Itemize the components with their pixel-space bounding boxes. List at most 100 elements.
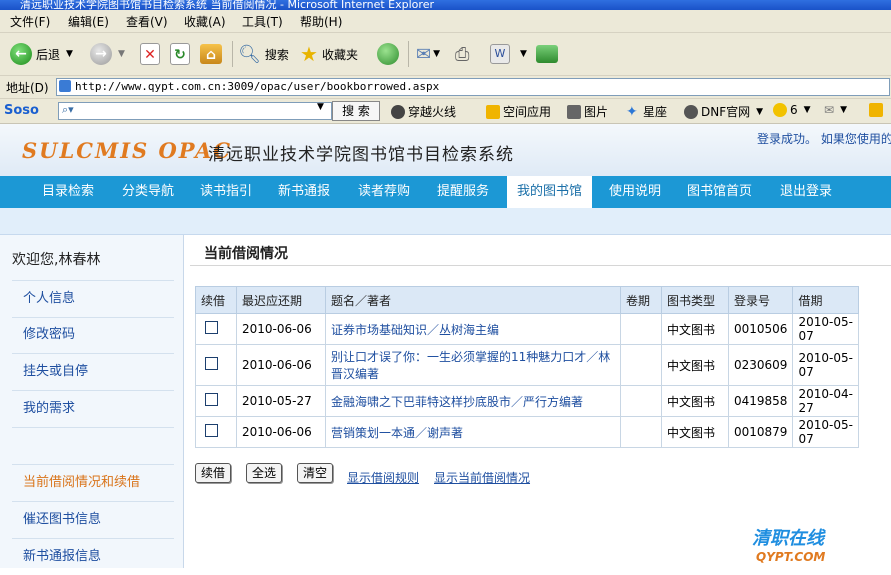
menu-edit[interactable]: 编辑(E) (68, 13, 109, 30)
book-title-link[interactable]: 别让口才误了你：一生必须掌握的11种魅力口才／林晋汉编著 (331, 350, 610, 381)
toolbar-separator (408, 41, 409, 67)
nav-my-library[interactable]: 我的图书馆 (507, 176, 593, 208)
col-volume: 卷期 (620, 286, 662, 314)
word-icon: W (490, 44, 510, 64)
refresh-icon: ↻ (170, 43, 190, 65)
sub-nav-bar (0, 208, 891, 235)
space-icon (486, 104, 500, 119)
nav-catalog-search[interactable]: 目录检索 (32, 176, 104, 208)
sidebar-item-overdue[interactable]: 催还图书信息 (12, 502, 174, 539)
menu-view[interactable]: 查看(V) (126, 13, 168, 30)
page-title: 当前借阅情况 (204, 246, 288, 262)
renew-checkbox[interactable] (205, 393, 218, 406)
book-title-link[interactable]: 金融海啸之下巴菲特这样抄底股市／严行方编著 (331, 395, 583, 409)
renew-checkbox[interactable] (205, 357, 218, 370)
reg-no: 0230609 (727, 344, 794, 386)
forward-button[interactable]: → ▼ (90, 40, 125, 68)
soso-more[interactable] (869, 103, 886, 117)
sun-icon (773, 103, 787, 117)
soso-toolbar: Soso ⌕▾ ▼ 搜 索 穿越火线 空间应用 图片 ✦ 星座 DNF官网 ▼ 6 ▼… (0, 99, 891, 124)
site-logo-en: SULCMIS OPAC (22, 138, 233, 163)
reg-no: 0010879 (727, 416, 794, 448)
window-title: 清远职业技术学院图书馆书目检索系统 当前借阅情况 - Microsoft Int… (20, 0, 434, 10)
table-row: 2010-05-27 金融海啸之下巴菲特这样抄底股市／严行方编著 中文图书 04… (195, 385, 859, 417)
back-label: 后退 (36, 47, 61, 62)
current-borrow-link[interactable]: 显示当前借阅情况 (434, 469, 530, 486)
favorites-button[interactable]: ★ 收藏夹 (300, 40, 358, 68)
site-logo-cn: 清远职业技术学院图书馆书目检索系统 (208, 145, 514, 165)
soso-item-weather[interactable]: 6 ▼ (773, 103, 811, 117)
renew-checkbox[interactable] (205, 321, 218, 334)
site-header: SULCMIS OPAC 清远职业技术学院图书馆书目检索系统 登录成功。 如果您… (0, 124, 891, 176)
refresh-button[interactable]: ↻ (170, 40, 194, 68)
soso-search-button[interactable]: 搜 索 (332, 101, 380, 121)
book-type: 中文图书 (661, 344, 729, 386)
stop-icon: ✕ (140, 43, 160, 65)
nav-help[interactable]: 使用说明 (599, 176, 671, 208)
sidebar-item-report-loss[interactable]: 挂失或自停 (12, 354, 174, 391)
soso-item-space[interactable]: 空间应用 (486, 103, 551, 120)
menu-file[interactable]: 文件(F) (10, 13, 50, 30)
renew-checkbox[interactable] (205, 424, 218, 437)
sidebar-item-new-books[interactable]: 新书通报信息 (12, 539, 174, 575)
star-icon: ★ (300, 42, 318, 66)
borrow-rules-link[interactable]: 显示借阅规则 (347, 469, 419, 486)
home-button[interactable]: ⌂ (200, 40, 226, 68)
soso-item-star[interactable]: ✦ 星座 (626, 103, 667, 120)
search-icon: ⌕▾ (62, 103, 74, 116)
mail-button[interactable]: ✉ ▼ (416, 40, 440, 68)
renew-checkbox-cell (195, 416, 237, 448)
address-input[interactable]: http://www.qypt.com.cn:3009/opac/user/bo… (56, 78, 890, 96)
nav-category[interactable]: 分类导航 (112, 176, 184, 208)
dropdown-arrow-icon[interactable]: ▼ (433, 49, 440, 59)
select-all-button[interactable]: 全选 (246, 463, 283, 483)
nav-recommend[interactable]: 读者荐购 (348, 176, 420, 208)
nav-reminder[interactable]: 提醒服务 (427, 176, 499, 208)
back-arrow-icon: ← (10, 43, 32, 65)
history-icon (377, 43, 399, 65)
book-title-link[interactable]: 证券市场基础知识／丛树海主编 (331, 323, 499, 337)
borrow-date: 2010-05-07 (792, 416, 859, 448)
dropdown-arrow-icon[interactable]: ▼ (66, 49, 73, 59)
col-renew: 续借 (195, 286, 237, 314)
nav-reading-guide[interactable]: 读书指引 (190, 176, 262, 208)
sidebar-item-requests[interactable]: 我的需求 (12, 391, 174, 428)
stop-button[interactable]: ✕ (140, 40, 164, 68)
reg-no: 0010506 (727, 313, 794, 345)
sidebar-item-profile[interactable]: 个人信息 (12, 280, 174, 318)
menu-help[interactable]: 帮助(H) (300, 13, 342, 30)
forward-arrow-icon: → (90, 43, 112, 65)
table-row: 2010-06-06 证券市场基础知识／丛树海主编 中文图书 0010506 2… (195, 313, 859, 345)
nav-logout[interactable]: 退出登录 (770, 176, 842, 208)
search-button[interactable]: 🔍︎ 搜索 (238, 40, 289, 68)
soso-item-dnf[interactable]: DNF官网 ▼ (684, 103, 763, 120)
dropdown-arrow-icon[interactable]: ▼ (118, 49, 125, 59)
book-title-cell: 别让口才误了你：一生必须掌握的11种魅力口才／林晋汉编著 (325, 344, 621, 386)
sidebar-item-current-borrow[interactable]: 当前借阅情况和续借 (12, 465, 174, 502)
dropdown-arrow-icon[interactable]: ▼ (317, 102, 324, 112)
messenger-icon (536, 45, 558, 63)
due-date: 2010-06-06 (236, 313, 326, 345)
back-button[interactable]: ← 后退 ▼ (10, 40, 73, 68)
history-button[interactable] (377, 40, 403, 68)
soso-logo[interactable]: Soso (4, 103, 39, 118)
renew-button[interactable]: 续借 (195, 463, 232, 483)
soso-item-images[interactable]: 图片 (567, 103, 608, 120)
nav-library-home[interactable]: 图书馆首页 (677, 176, 762, 208)
edit-button[interactable]: W ▼ (490, 40, 527, 68)
soso-item-cf[interactable]: 穿越火线 (391, 103, 456, 120)
print-button[interactable]: ⎙ (455, 40, 469, 68)
sidebar-item-password[interactable]: 修改密码 (12, 317, 174, 354)
soso-mail[interactable]: ✉ ▼ (824, 103, 847, 117)
messenger-button[interactable] (536, 40, 562, 68)
nav-new-books[interactable]: 新书通报 (268, 176, 340, 208)
menu-favorites[interactable]: 收藏(A) (184, 13, 226, 30)
dropdown-arrow-icon[interactable]: ▼ (520, 49, 527, 59)
soso-search-input[interactable]: ⌕▾ (58, 102, 332, 120)
menu-tools[interactable]: 工具(T) (242, 13, 283, 30)
book-type: 中文图书 (661, 313, 729, 345)
col-title-author: 题名／著者 (325, 286, 621, 314)
book-title-link[interactable]: 营销策划一本通／谢声著 (331, 426, 463, 440)
clear-button[interactable]: 清空 (297, 463, 334, 483)
borrow-date: 2010-05-07 (792, 313, 859, 345)
